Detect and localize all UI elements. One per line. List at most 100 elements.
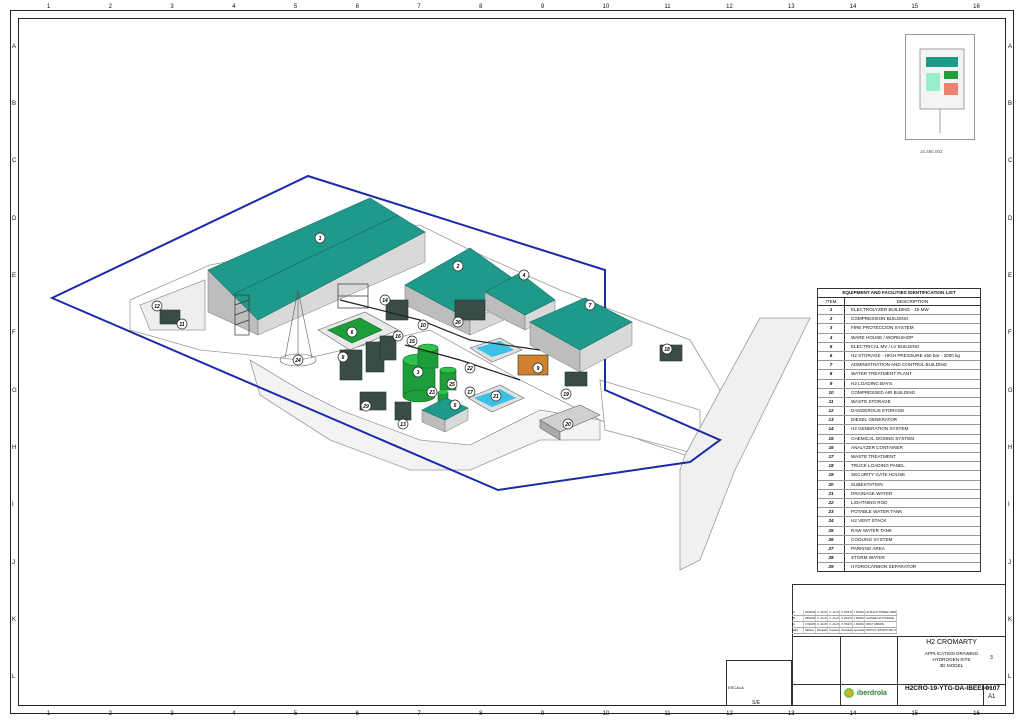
- revision-cell: REV: [792, 628, 805, 633]
- scale-label: ESCALA: [728, 685, 744, 690]
- revision-cell: C. ALONSO: [829, 610, 841, 615]
- equipment-item-number: 10: [818, 388, 845, 397]
- equipment-item-number: 12: [818, 407, 845, 416]
- equipment-list-item: 14 H2 GENERATION SYSTEM: [818, 425, 980, 435]
- item-column-header: ITEM: [818, 298, 845, 305]
- equipment-list-item: 18 TRUCK LOADING PANEL: [818, 462, 980, 472]
- equipment-item-number: 15: [818, 434, 845, 443]
- equipment-item-number: 11: [818, 397, 845, 407]
- equipment-list-item: 16 ANALYZER CONTAINER: [818, 443, 980, 453]
- revision-cell: 28/03/2022: [805, 616, 817, 621]
- equipment-list-item: 25 RAW WATER TANK: [818, 526, 980, 536]
- site-callout-text: 6: [351, 330, 354, 336]
- equipment-item-description: DRAINAGE WATER: [851, 490, 893, 496]
- sheet-number: 3: [990, 655, 993, 661]
- revision-value: A1: [988, 694, 996, 700]
- equipment-item-description: PARKING AREA: [851, 545, 885, 551]
- site-callout-text: 1: [319, 236, 322, 242]
- equipment-list-item: 19 SECURITY GATE HOUSE: [818, 471, 980, 481]
- equipment-item-description: HYDROCARBON SEPARATOR: [851, 564, 917, 570]
- equipment-item-number: 29: [818, 563, 845, 572]
- site-callout-20: 20: [562, 418, 574, 430]
- equipment-item-description: DANGEROUS STORAGE: [851, 408, 905, 414]
- equipment-item-number: 24: [818, 517, 845, 526]
- equipment-item-number: 14: [818, 425, 845, 434]
- company-name: iberdrola: [857, 689, 887, 697]
- site-callout-text: 24: [294, 358, 301, 364]
- revision-cell: FIRST UPDATE: [865, 622, 897, 627]
- site-callout-9: 9: [532, 362, 544, 374]
- equipment-item-description: H2 LOADING BAYS: [851, 380, 893, 386]
- revision-cell: Dibujado: [817, 628, 829, 633]
- revision-label: Rev: [985, 685, 993, 690]
- site-callout-8: 8: [337, 351, 349, 363]
- revision-cell: 17/03/2022: [805, 622, 817, 627]
- equipment-item-number: 8: [818, 370, 845, 379]
- equipment-item-number: 21: [818, 489, 845, 498]
- site-callout-18: 18: [661, 343, 673, 355]
- revision-cell: 29/06/2022: [805, 610, 817, 615]
- site-callout-text: 10: [420, 323, 426, 329]
- equipment-item-description: FIRE PROTECCION SYSTEM: [851, 325, 914, 331]
- equipment-item-description: ELECTROLYZER BUILDING - 15 MW: [851, 307, 929, 312]
- equipment-item-description: WATER TREATMENT PLANT: [851, 371, 912, 377]
- equipment-item-description: TRUCK LOADING PANEL: [851, 463, 905, 469]
- equipment-list-header: ITEM DESCRIPTION: [818, 298, 980, 306]
- electrical-building: [421, 397, 469, 433]
- equipment-item-description: H2 STORAGE - HIGH PRESSURE 450 bar - 200…: [851, 352, 960, 358]
- equipment-list-item: 21 DRAINAGE WATER: [818, 489, 980, 499]
- equipment-item-number: 18: [818, 462, 845, 471]
- equipment-list-item: 8 WATER TREATMENT PLANT: [818, 370, 980, 380]
- site-callout-text: 13: [400, 422, 406, 428]
- site-callout-text: 19: [563, 392, 569, 398]
- equipment-item-description: SECURITY GATE HOUSE: [851, 472, 906, 478]
- site-callout-17: 17: [464, 386, 476, 398]
- equipment-item-number: 28: [818, 554, 845, 563]
- equipment-list-rows: 1 ELECTROLYZER BUILDING - 15 MW 2 COMPRESSI…: [818, 306, 980, 572]
- drawing-view: 3D MODEL: [939, 663, 964, 668]
- equipment-list-item: 2 COMPRESSION BUILDING: [818, 315, 980, 325]
- site-callout-text: 8: [342, 355, 345, 361]
- site-callout-text: 20: [564, 422, 571, 428]
- revision-cell: P. PASTOR: [841, 610, 853, 615]
- equipment-list-item: 3 FIRE PROTECCION SYSTEM: [818, 324, 980, 334]
- site-callout-text: 23: [428, 390, 435, 396]
- equipment-item-description: COMPRESSED AIR BUILDING: [851, 389, 916, 395]
- equipment-item-description: WASTE TREATMENT: [851, 454, 897, 459]
- site-callout-text: 12: [154, 304, 160, 310]
- site-callout-19: 19: [560, 388, 572, 400]
- site-callout-12: 12: [151, 300, 163, 312]
- revision-cell: H2 PLANT POWER 15MW: [865, 610, 897, 615]
- site-callout-text: 16: [395, 334, 401, 340]
- equipment-list-item: 22 LIGHTNING ROD: [818, 498, 980, 509]
- site-callout-16: 16: [392, 330, 404, 342]
- equipment-item-description: WASTE STORAGE: [851, 398, 891, 404]
- equipment-item-number: 23: [818, 508, 845, 517]
- revision-cell: C. ALONSO: [817, 610, 829, 615]
- scale-value: S/E: [752, 700, 761, 706]
- site-callout-text: 29: [362, 404, 369, 410]
- site-callout-5: 5: [449, 399, 461, 411]
- equipment-item-description: DIESEL GENERATOR: [851, 417, 898, 423]
- equipment-item-number: 20: [818, 480, 845, 489]
- site-callout-4: 4: [518, 269, 530, 281]
- revision-cell: C. ALONSO: [829, 616, 841, 621]
- site-callout-23: 23: [426, 386, 438, 398]
- revision-cell: J. BORGES: [853, 616, 865, 621]
- key-plan: [905, 34, 975, 140]
- site-callout-3: 3: [412, 366, 424, 378]
- equipment-item-number: 27: [818, 544, 845, 554]
- site-callout-text: 14: [382, 298, 388, 304]
- equipment-item-number: 16: [818, 443, 845, 452]
- site-callout-text: 18: [664, 347, 670, 353]
- revision-row: REV FECHA Dibujado Preparado Revisado Aprobad…: [792, 628, 897, 634]
- title-divider: [840, 636, 841, 706]
- site-callout-text: 2: [456, 264, 460, 270]
- equipment-item-description: ADMINISTRATION AND CONTROL BUILDING: [851, 362, 948, 368]
- equipment-item-description: WARE HOUSE / WORKSHOP: [851, 334, 914, 340]
- site-callout-26: 26: [452, 316, 464, 328]
- equipment-item-number: 7: [818, 361, 845, 370]
- site-callout-1: 1: [314, 232, 326, 244]
- project-name: H2 CROMARTY: [926, 639, 977, 646]
- equipment-item-number: 1: [818, 306, 845, 315]
